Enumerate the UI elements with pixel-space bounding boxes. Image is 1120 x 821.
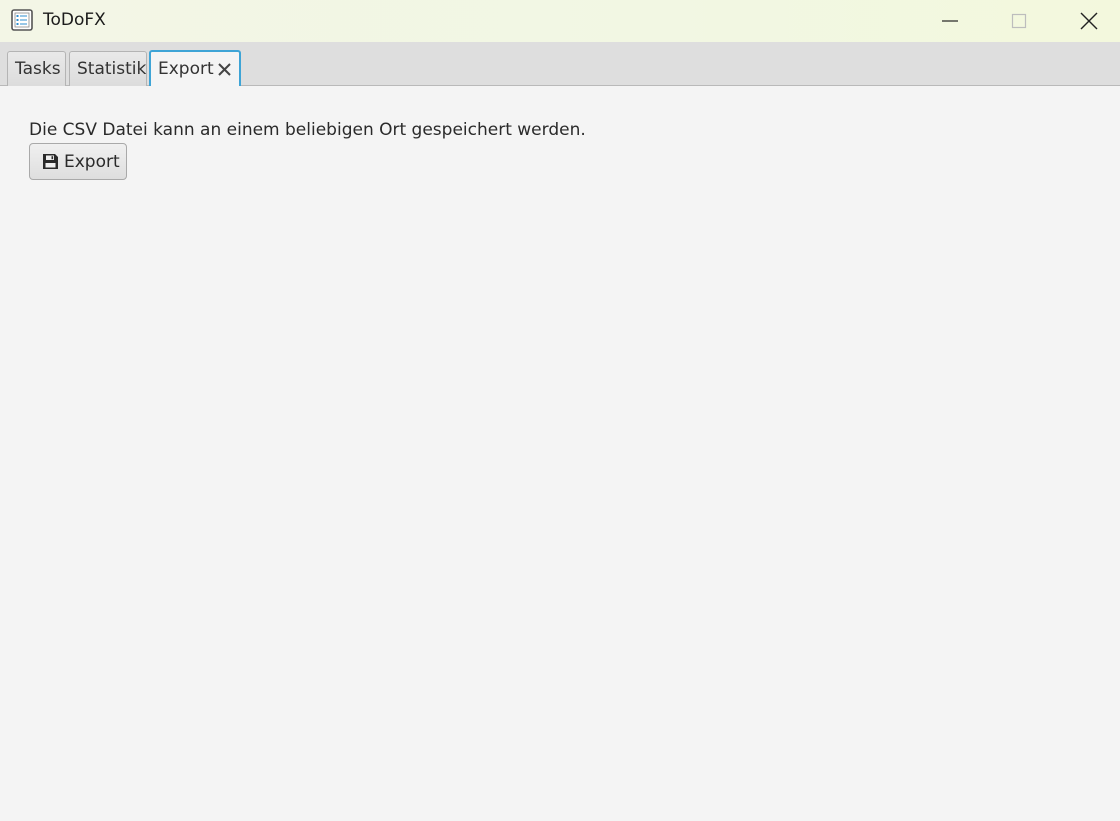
window-title: ToDoFX [43, 10, 106, 30]
tab-bar: Tasks Statistik Export [0, 42, 1120, 86]
close-icon [1080, 12, 1098, 30]
minimize-button[interactable] [915, 0, 985, 42]
tab-export[interactable]: Export [149, 50, 241, 86]
maximize-icon [1011, 13, 1027, 29]
tab-label: Statistik [77, 59, 147, 79]
tab-label: Tasks [15, 59, 61, 79]
export-info-text: Die CSV Datei kann an einem beliebigen O… [29, 120, 586, 140]
save-icon [43, 154, 58, 169]
export-panel: Die CSV Datei kann an einem beliebigen O… [0, 86, 1120, 821]
tab-label: Export [158, 59, 214, 79]
close-icon [218, 62, 232, 76]
tab-statistik[interactable]: Statistik [69, 51, 147, 86]
export-button[interactable]: Export [29, 143, 127, 180]
tab-tasks[interactable]: Tasks [7, 51, 66, 86]
close-window-button[interactable] [1054, 0, 1120, 42]
export-button-label: Export [64, 151, 120, 172]
maximize-button[interactable] [984, 0, 1054, 42]
app-icon [11, 9, 33, 31]
minimize-icon [942, 20, 958, 22]
app-window: ToDoFX Tasks Statistik Export Die CSV Da… [0, 0, 1120, 821]
title-bar[interactable]: ToDoFX [0, 0, 1120, 42]
tab-close-button[interactable] [218, 61, 232, 77]
